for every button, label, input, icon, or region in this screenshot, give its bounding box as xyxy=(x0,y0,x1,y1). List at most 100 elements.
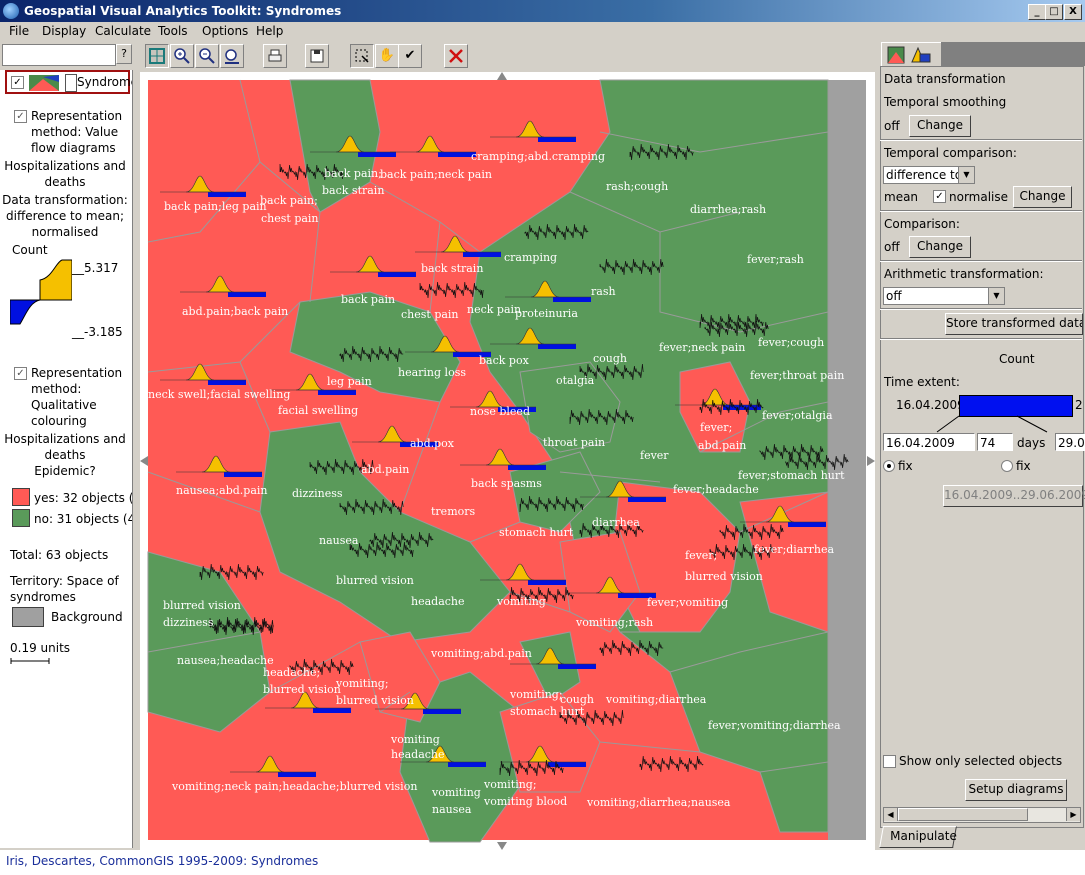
rep1-text: Representation method: Value flow diagrams xyxy=(31,109,123,155)
pan-hand-icon[interactable]: ✋ xyxy=(375,44,399,68)
zoom-in-icon[interactable] xyxy=(170,44,194,68)
zoom-out-icon[interactable] xyxy=(195,44,219,68)
minimize-button[interactable]: _ xyxy=(1028,4,1046,20)
end-date-field[interactable]: 29.0 xyxy=(1055,433,1085,451)
map-label: abd.pox xyxy=(410,437,455,450)
time-start-label: 16.04.2009 xyxy=(896,398,965,412)
map-label: nausea xyxy=(432,803,472,816)
scale-label: 0.19 units xyxy=(10,641,71,655)
fix-start-label: fix xyxy=(898,459,913,473)
slider-connectors xyxy=(936,415,1048,433)
menu-tools[interactable]: Tools xyxy=(158,24,188,38)
zoom-region-icon[interactable] xyxy=(220,44,244,68)
value-flow-bar xyxy=(358,152,396,157)
menu-bar: File Display Calculate Tools Options Hel… xyxy=(0,22,1085,41)
save-icon[interactable] xyxy=(305,44,329,68)
legend-no-label: no: 31 objects (4 xyxy=(34,512,133,526)
map-label: fever;diarrhea xyxy=(754,543,834,556)
map-label: vomiting;rash xyxy=(575,616,653,629)
map-label: back pain;leg pain xyxy=(164,200,267,213)
fix-end-radio[interactable] xyxy=(1001,460,1013,472)
setup-diagrams-button[interactable]: Setup diagrams xyxy=(965,779,1067,801)
menu-file[interactable]: File xyxy=(9,24,29,38)
print-icon[interactable] xyxy=(263,44,287,68)
map-label: proteinuria xyxy=(515,307,578,320)
fix-start-radio[interactable] xyxy=(883,460,895,472)
tab-diagram[interactable] xyxy=(881,42,943,68)
comparison2-change-button[interactable]: Change xyxy=(909,236,971,258)
attr1-text: Hospitalizations and deaths xyxy=(4,159,126,189)
temporal-comparison-label: Temporal comparison: xyxy=(884,146,1017,160)
maximize-button[interactable]: □ xyxy=(1045,4,1063,20)
help-button[interactable]: ? xyxy=(116,44,132,64)
start-date-field[interactable]: 16.04.2009 xyxy=(883,433,975,451)
checkmark-icon[interactable]: ✔ xyxy=(398,44,422,68)
map-label: diarrhea;rash xyxy=(690,203,766,216)
menu-help[interactable]: Help xyxy=(256,24,283,38)
data-transformation-heading: Data transformation xyxy=(884,72,1006,86)
map-label: vomiting xyxy=(431,786,481,799)
days-field[interactable]: 74 xyxy=(977,433,1013,451)
menu-calculate[interactable]: Calculate xyxy=(95,24,151,38)
map-label: fever; xyxy=(685,549,717,562)
select-rectangle-icon[interactable] xyxy=(350,44,374,68)
map-label: chest pain xyxy=(401,308,459,321)
tab-manipulate[interactable]: Manipulate xyxy=(879,826,957,848)
value-flow-bar xyxy=(538,344,576,349)
rep1-checkbox[interactable]: ✓ xyxy=(14,110,27,123)
map-label: fever;neck pain xyxy=(659,341,745,354)
value-flow-bar xyxy=(423,709,461,714)
map-label: vomiting; xyxy=(483,778,537,791)
normalise-checkbox[interactable]: ✓ xyxy=(933,190,946,203)
map-label: vomiting;abd.pain xyxy=(430,647,532,660)
rep2-checkbox[interactable]: ✓ xyxy=(14,367,27,380)
map-label: back pain xyxy=(341,293,395,306)
horizontal-scrollbar[interactable]: ◀ ▶ xyxy=(883,807,1081,823)
syndrome-map[interactable]: back pain;leg pain back pain; chest pain ba… xyxy=(140,72,875,850)
count-label: Count xyxy=(12,243,48,257)
map-label: rash;cough xyxy=(606,180,668,193)
map-label: back pain; xyxy=(324,167,382,180)
comparison-change-button[interactable]: Change xyxy=(1013,186,1072,208)
map-label: vomiting; xyxy=(509,688,563,701)
map-label: throat pain xyxy=(543,436,605,449)
layer-visible-checkbox[interactable]: ✓ xyxy=(11,76,24,89)
map-label: dizziness xyxy=(163,616,214,629)
comparison-combo[interactable]: difference to ▼ xyxy=(883,166,975,184)
layer-type-icon xyxy=(29,75,59,91)
map-label: blurred vision xyxy=(336,694,414,707)
value-flow-bar xyxy=(228,292,266,297)
layer-entry[interactable]: ✓ Syndromes xyxy=(5,70,132,94)
store-transformed-button[interactable]: Store transformed data xyxy=(945,313,1083,335)
time-end-label-clip: 2 xyxy=(1075,398,1083,412)
attr2-text: Hospitalizations and deaths Epidemic? xyxy=(4,432,126,478)
layer-search-field[interactable] xyxy=(2,44,116,66)
map-label: stomach hurt xyxy=(510,705,585,718)
deselect-icon[interactable] xyxy=(444,44,468,68)
map-label: blurred vision xyxy=(685,570,763,583)
legend-yes-swatch xyxy=(12,488,30,506)
show-selected-checkbox[interactable] xyxy=(883,755,896,768)
smoothing-state: off xyxy=(884,119,900,133)
layer-name: Syndromes xyxy=(77,75,132,89)
zoom-extent-icon[interactable] xyxy=(145,44,169,68)
menu-options[interactable]: Options xyxy=(202,24,248,38)
smoothing-change-button[interactable]: Change xyxy=(909,115,971,137)
map-label: nausea;abd.pain xyxy=(176,484,268,497)
time-extent-label: Time extent: xyxy=(884,375,960,389)
close-button[interactable]: X xyxy=(1064,4,1082,20)
chevron-down-icon: ▼ xyxy=(988,288,1004,304)
arithmetic-combo[interactable]: off ▼ xyxy=(883,287,1005,305)
value-flow-bar xyxy=(378,272,416,277)
map-label: vomiting;neck pain;headache;blurred visi… xyxy=(171,780,417,793)
menu-display[interactable]: Display xyxy=(42,24,86,38)
territory-label: Territory: Space of syndromes xyxy=(10,574,119,604)
map-label: blurred vision xyxy=(263,683,341,696)
map-label: back pain;neck pain xyxy=(380,168,492,181)
value-flow-bar xyxy=(208,192,246,197)
map-label: nose bleed xyxy=(470,405,530,418)
map-view[interactable]: back pain;leg pain back pain; chest pain ba… xyxy=(140,72,875,850)
time-extent-slider[interactable] xyxy=(959,395,1073,417)
date-range-button[interactable]: 16.04.2009..29.06.2009 xyxy=(943,485,1085,507)
value-flow-bar xyxy=(318,390,356,395)
